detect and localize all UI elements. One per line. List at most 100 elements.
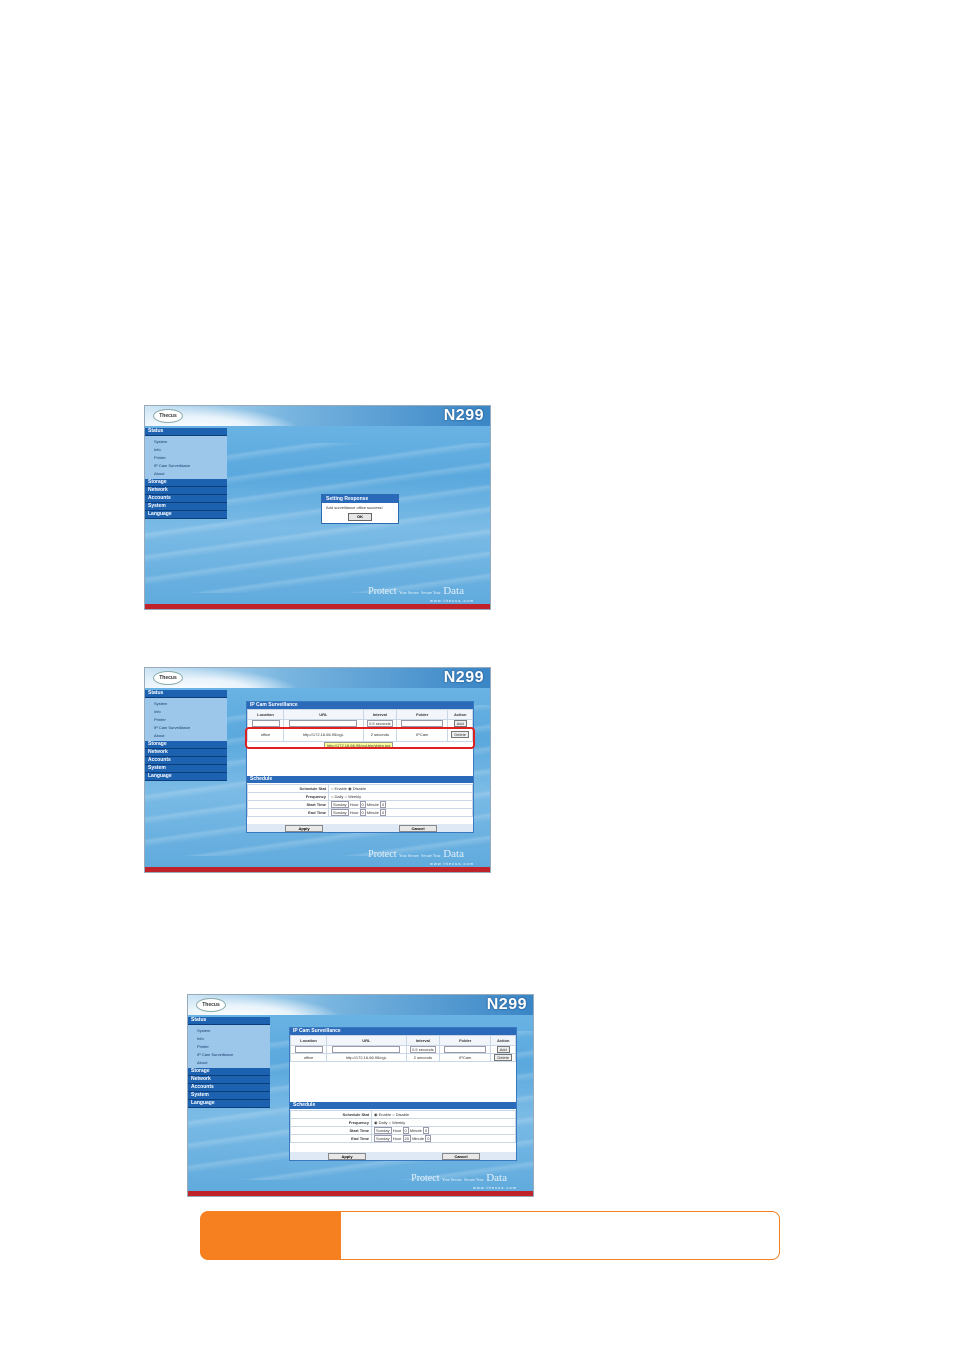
- menu-status[interactable]: Status: [188, 1017, 270, 1025]
- schedule-title: Schedule: [247, 776, 473, 783]
- end-minute-select[interactable]: 0: [380, 809, 387, 816]
- folder-input[interactable]: [444, 1046, 487, 1053]
- ipcam-panel: IP Cam Surveillance Location URL Interva…: [289, 1027, 517, 1161]
- start-hour-label: Hour: [392, 1128, 402, 1133]
- menu-item-printer[interactable]: Printer: [188, 1043, 270, 1051]
- col-interval: Interval: [362, 709, 398, 720]
- enable-radio[interactable]: Enable: [335, 786, 347, 791]
- disable-radio[interactable]: Disable: [353, 786, 366, 791]
- menu-storage[interactable]: Storage: [145, 479, 227, 487]
- menu-item-info[interactable]: Info: [188, 1035, 270, 1043]
- tagline-secure: Secure Your: [464, 1177, 484, 1182]
- menu-item-info[interactable]: Info: [145, 446, 227, 454]
- disable-radio[interactable]: Disable: [396, 1112, 409, 1117]
- menu-item-ipcam[interactable]: IP Cam Surveillance: [188, 1051, 270, 1059]
- col-action: Action: [490, 1035, 516, 1046]
- interval-select[interactable]: 0.5 seconds: [410, 1046, 436, 1053]
- menu-network[interactable]: Network: [145, 749, 227, 757]
- start-day-select[interactable]: Sunday: [331, 801, 349, 808]
- model-name: N299: [443, 407, 484, 424]
- menu-item-printer[interactable]: Printer: [145, 454, 227, 462]
- menu-accounts[interactable]: Accounts: [145, 495, 227, 503]
- label-end-time: End Time: [247, 808, 329, 817]
- add-button[interactable]: Add: [453, 720, 467, 727]
- weekly-radio[interactable]: Weekly: [392, 1120, 405, 1125]
- model-name: N299: [486, 996, 527, 1013]
- ok-button[interactable]: OK: [348, 513, 372, 521]
- start-minute-select[interactable]: 0: [380, 801, 387, 808]
- menu-language[interactable]: Language: [188, 1100, 270, 1108]
- label-start-time: Start Time: [247, 800, 329, 809]
- interval-select[interactable]: 0.5 seconds: [367, 720, 393, 727]
- menu-language[interactable]: Language: [145, 773, 227, 781]
- apply-button[interactable]: Apply: [285, 825, 323, 832]
- end-hour-label: Hour: [349, 810, 359, 815]
- cancel-button[interactable]: Cancel: [399, 825, 437, 832]
- end-minute-select[interactable]: 0: [425, 1135, 432, 1142]
- thecus-logo[interactable]: Thecus: [196, 998, 226, 1012]
- menu-status[interactable]: Status: [145, 690, 227, 698]
- menu-network[interactable]: Network: [188, 1076, 270, 1084]
- menu-accounts[interactable]: Accounts: [188, 1084, 270, 1092]
- menu-item-system[interactable]: System: [145, 438, 227, 446]
- menu-system[interactable]: System: [145, 503, 227, 511]
- apply-button[interactable]: Apply: [328, 1153, 366, 1160]
- end-minute-label: Minute: [366, 810, 379, 815]
- menu-language[interactable]: Language: [145, 511, 227, 519]
- end-hour-select[interactable]: 0: [359, 809, 366, 816]
- action-bar: Apply Cancel: [247, 824, 473, 832]
- weekly-radio[interactable]: Weekly: [348, 794, 361, 799]
- location-input[interactable]: [251, 720, 280, 727]
- menu-item-about[interactable]: About: [145, 470, 227, 478]
- col-folder: Folder: [396, 709, 449, 720]
- folder-input[interactable]: [401, 720, 444, 727]
- location-input[interactable]: [294, 1046, 323, 1053]
- tagline-protect: Protect: [411, 1173, 440, 1184]
- row-folder: IPCam: [439, 1053, 492, 1062]
- start-minute-select[interactable]: 0: [423, 1127, 430, 1134]
- tagline: Protect Your Secure Secure Your Data: [368, 848, 464, 860]
- start-hour-select[interactable]: 0: [359, 801, 366, 808]
- end-hour-select[interactable]: 20: [402, 1135, 411, 1142]
- menu-accounts[interactable]: Accounts: [145, 757, 227, 765]
- menu-item-about[interactable]: About: [188, 1059, 270, 1067]
- menu-item-info[interactable]: Info: [145, 708, 227, 716]
- delete-button[interactable]: Delete: [494, 1054, 512, 1061]
- end-day-select[interactable]: Sunday: [331, 809, 349, 816]
- menu-item-system[interactable]: System: [188, 1027, 270, 1035]
- menu-storage[interactable]: Storage: [145, 741, 227, 749]
- footer-url: www.thecus.com: [429, 861, 474, 866]
- menu-network[interactable]: Network: [145, 487, 227, 495]
- menu-status[interactable]: Status: [145, 428, 227, 436]
- schedule-title: Schedule: [290, 1102, 516, 1109]
- highlight-frame: [245, 727, 475, 749]
- start-day-select[interactable]: Sunday: [374, 1127, 392, 1134]
- enable-radio[interactable]: Enable: [379, 1112, 391, 1117]
- menu-storage[interactable]: Storage: [188, 1068, 270, 1076]
- ipcam-title: IP Cam Surveillance: [247, 702, 473, 709]
- thecus-logo[interactable]: Thecus: [153, 671, 183, 685]
- menu-item-printer[interactable]: Printer: [145, 716, 227, 724]
- menu-system[interactable]: System: [145, 765, 227, 773]
- url-input[interactable]: [289, 720, 358, 727]
- daily-radio[interactable]: Daily: [335, 794, 344, 799]
- daily-radio[interactable]: Daily: [379, 1120, 388, 1125]
- start-minute-label: Minute: [366, 802, 379, 807]
- end-day-select[interactable]: Sunday: [374, 1135, 392, 1142]
- menu-item-about[interactable]: About: [145, 732, 227, 740]
- header-banner: Thecus N299: [145, 668, 490, 688]
- tagline-protect: Protect: [368, 586, 397, 597]
- add-button[interactable]: Add: [496, 1046, 510, 1053]
- row-interval: 2 seconds: [405, 1053, 441, 1062]
- thecus-logo[interactable]: Thecus: [153, 409, 183, 423]
- tagline-secure: Secure Your: [421, 590, 441, 595]
- menu-item-system[interactable]: System: [145, 700, 227, 708]
- start-hour-select[interactable]: 0: [402, 1127, 409, 1134]
- menu-system[interactable]: System: [188, 1092, 270, 1100]
- url-input[interactable]: [332, 1046, 401, 1053]
- tagline-secure: Secure Your: [421, 853, 441, 858]
- label-end-time: End Time: [290, 1134, 372, 1143]
- cancel-button[interactable]: Cancel: [442, 1153, 480, 1160]
- menu-item-ipcam[interactable]: IP Cam Surveillance: [145, 462, 227, 470]
- menu-item-ipcam[interactable]: IP Cam Surveillance: [145, 724, 227, 732]
